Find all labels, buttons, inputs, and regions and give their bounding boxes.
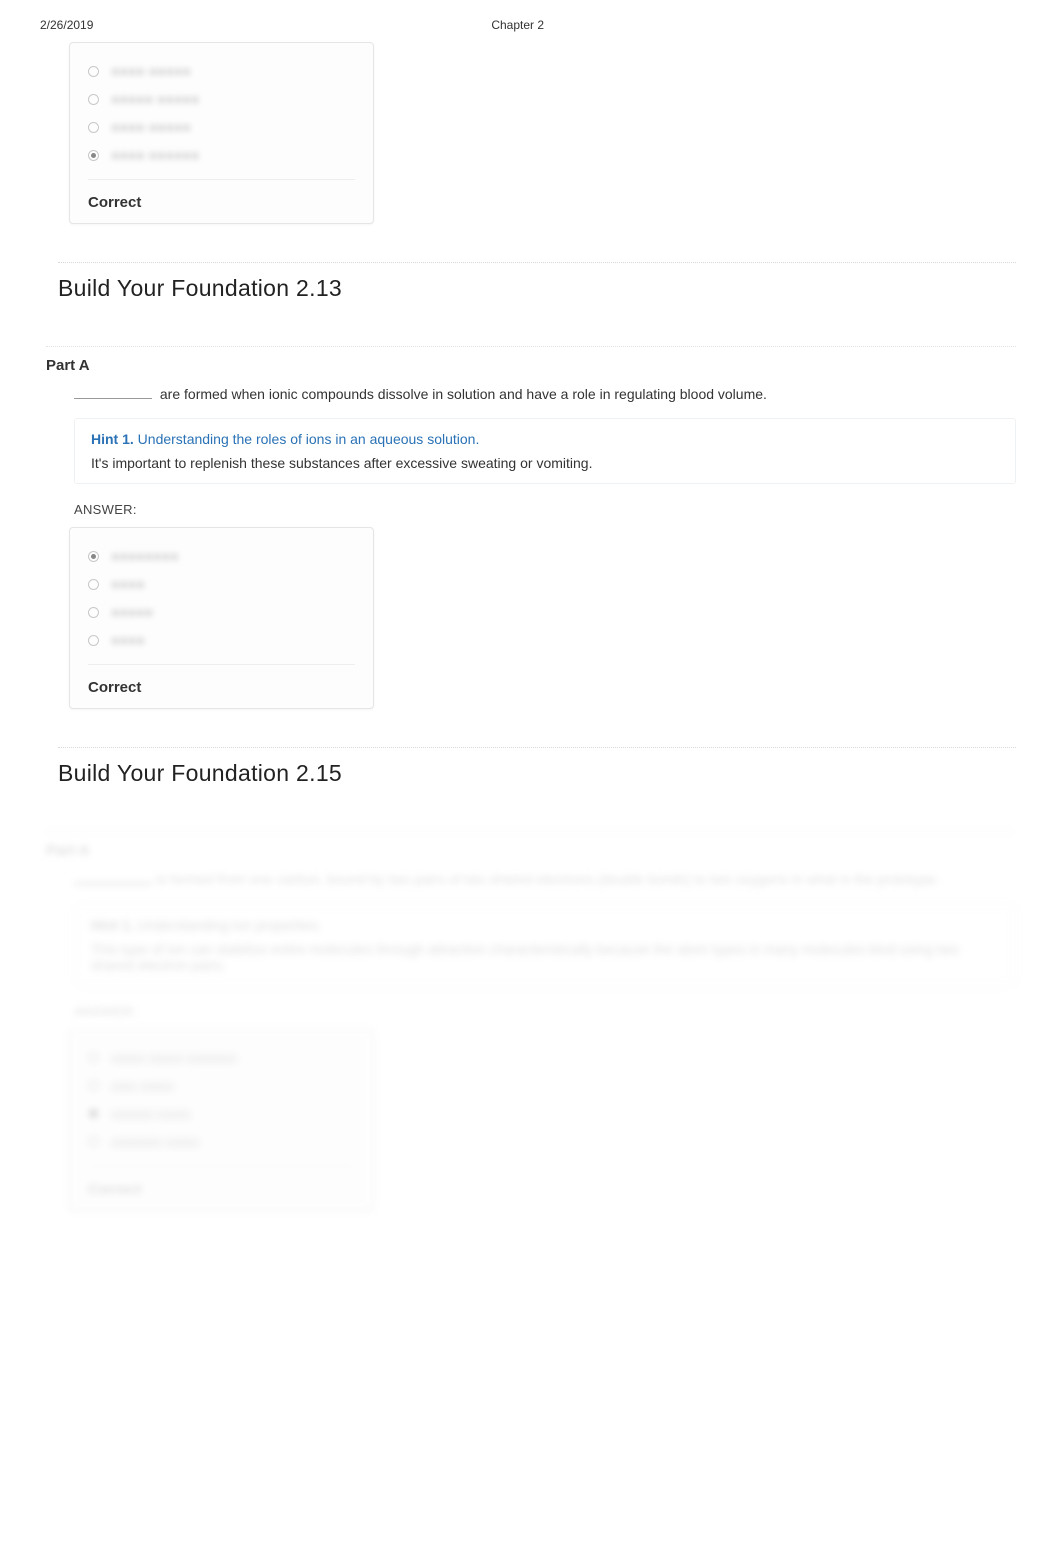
question-text: are formed when ionic compounds dissolve… bbox=[74, 384, 1016, 404]
result-label: Correct bbox=[88, 679, 355, 696]
question-suffix: is formed from one carbon, bound by two … bbox=[156, 871, 940, 887]
option-row[interactable]: ■■■■■ ■■■■ bbox=[88, 1100, 355, 1128]
section-title-213: Build Your Foundation 2.13 bbox=[58, 262, 1016, 302]
answer-panel-215: ■■■■ ■■■■ ■■■■■■ ■■■ ■■■■ ■■■■■ ■■■■ ■■■… bbox=[69, 1029, 374, 1211]
option-label: ■■■■■ ■■■■ bbox=[111, 1106, 191, 1122]
part-label: Part A bbox=[46, 346, 1016, 374]
radio-icon bbox=[88, 1108, 99, 1119]
hint-body: It's important to replenish these substa… bbox=[91, 455, 999, 471]
hint-label: Hint 1. bbox=[91, 431, 134, 447]
option-row[interactable]: ■■■ ■■■■ bbox=[88, 1072, 355, 1100]
option-list: ■■■■ ■■■■ ■■■■■■ ■■■ ■■■■ ■■■■■ ■■■■ ■■■… bbox=[88, 1044, 355, 1167]
radio-icon bbox=[88, 551, 99, 562]
radio-icon bbox=[88, 579, 99, 590]
question-text: is formed from one carbon, bound by two … bbox=[74, 869, 1016, 889]
hint-title: Hint 1. Understanding the roles of ions … bbox=[91, 431, 999, 447]
option-row[interactable]: ■■■■■ ■■■■■ bbox=[88, 85, 355, 113]
page: 2/26/2019 Chapter 2 ■■■■ ■■■■■ ■■■■■ ■■■… bbox=[0, 0, 1062, 1211]
option-row[interactable]: ■■■■ ■■■■■ bbox=[88, 57, 355, 85]
option-row[interactable]: ■■■■ ■■■■■■ bbox=[88, 141, 355, 169]
answer-panel-213: ■■■■■■■■ ■■■■ ■■■■■ ■■■■ Correct bbox=[69, 527, 374, 709]
answer-label: ANSWER: bbox=[74, 502, 1016, 517]
prev-answer-panel: ■■■■ ■■■■■ ■■■■■ ■■■■■ ■■■■ ■■■■■ ■■■■ ■… bbox=[69, 42, 374, 224]
hidden-content-215: Part A is formed from one carbon, bound … bbox=[46, 831, 1016, 1210]
option-row[interactable]: ■■■■■ bbox=[88, 598, 355, 626]
option-row[interactable]: ■■■■ bbox=[88, 570, 355, 598]
option-label: ■■■■ ■■■■■ bbox=[111, 119, 191, 135]
result-label: Correct bbox=[88, 194, 355, 211]
result-label: Correct bbox=[88, 1181, 355, 1198]
hint-body: This type of ion can stabilize entire mo… bbox=[91, 941, 999, 973]
section-title-215: Build Your Foundation 2.15 bbox=[58, 747, 1016, 787]
option-label: ■■■■ ■■■■■■ bbox=[111, 147, 199, 163]
option-row[interactable]: ■■■■ bbox=[88, 626, 355, 654]
hint-topic: Understanding ion properties. bbox=[138, 917, 322, 933]
radio-icon bbox=[88, 1080, 99, 1091]
question-suffix: are formed when ionic compounds dissolve… bbox=[156, 386, 767, 402]
radio-icon bbox=[88, 94, 99, 105]
radio-icon bbox=[88, 1052, 99, 1063]
radio-icon bbox=[88, 122, 99, 133]
option-label: ■■■■ bbox=[111, 632, 145, 648]
option-row[interactable]: ■■■■■■ ■■■■ bbox=[88, 1128, 355, 1156]
option-list: ■■■■ ■■■■■ ■■■■■ ■■■■■ ■■■■ ■■■■■ ■■■■ ■… bbox=[88, 57, 355, 180]
hint-box: Hint 1. Understanding the roles of ions … bbox=[74, 418, 1016, 484]
option-row[interactable]: ■■■■ ■■■■ ■■■■■■ bbox=[88, 1044, 355, 1072]
hint-title: Hint 1. Understanding ion properties. bbox=[91, 917, 999, 933]
fill-blank bbox=[74, 870, 152, 884]
answer-label: ANSWER: bbox=[74, 1004, 1016, 1019]
option-label: ■■■■ ■■■■ ■■■■■■ bbox=[111, 1050, 237, 1066]
option-row[interactable]: ■■■■■■■■ bbox=[88, 542, 355, 570]
page-meta-header: 2/26/2019 Chapter 2 bbox=[40, 0, 1022, 42]
hint-topic: Understanding the roles of ions in an aq… bbox=[138, 431, 480, 447]
radio-icon bbox=[88, 607, 99, 618]
page-chapter: Chapter 2 bbox=[53, 18, 982, 32]
option-label: ■■■■■■ ■■■■ bbox=[111, 1134, 199, 1150]
radio-icon bbox=[88, 150, 99, 161]
radio-icon bbox=[88, 635, 99, 646]
hint-label: Hint 1. bbox=[91, 917, 134, 933]
radio-icon bbox=[88, 66, 99, 77]
radio-icon bbox=[88, 1136, 99, 1147]
hint-box: Hint 1. Understanding ion properties. Th… bbox=[74, 904, 1016, 986]
option-label: ■■■■ bbox=[111, 576, 145, 592]
option-label: ■■■■■■■■ bbox=[111, 548, 179, 564]
option-row[interactable]: ■■■■ ■■■■■ bbox=[88, 113, 355, 141]
option-label: ■■■■ ■■■■■ bbox=[111, 63, 191, 79]
part-label: Part A bbox=[46, 831, 1016, 859]
option-label: ■■■■■ bbox=[111, 604, 153, 620]
option-label: ■■■ ■■■■ bbox=[111, 1078, 174, 1094]
fill-blank bbox=[74, 385, 152, 399]
option-label: ■■■■■ ■■■■■ bbox=[111, 91, 199, 107]
option-list: ■■■■■■■■ ■■■■ ■■■■■ ■■■■ bbox=[88, 542, 355, 665]
